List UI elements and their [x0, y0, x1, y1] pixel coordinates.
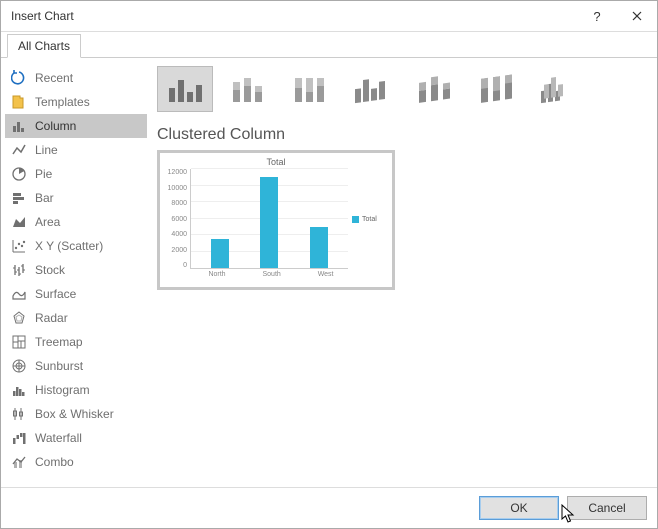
dialog-footer: OK Cancel	[1, 487, 657, 528]
sidebar-item-label: Pie	[35, 167, 52, 181]
sidebar-item-label: Waterfall	[35, 431, 82, 445]
sidebar-item-stock[interactable]: Stock	[5, 258, 147, 282]
chart-subtype-title: Clustered Column	[157, 126, 645, 144]
subtype-3d-clustered-column[interactable]	[343, 66, 399, 112]
close-icon	[632, 11, 642, 21]
chart-legend: Total	[348, 169, 386, 269]
combo-icon	[11, 454, 27, 470]
bar-icon	[11, 190, 27, 206]
sidebar-item-surface[interactable]: Surface	[5, 282, 147, 306]
sidebar-item-label: Treemap	[35, 335, 83, 349]
sunburst-icon	[11, 358, 27, 374]
sidebar-item-label: Surface	[35, 287, 76, 301]
titlebar: Insert Chart ?	[1, 1, 657, 32]
chart-category-list: Recent Templates Column Line	[1, 58, 151, 487]
surface-icon	[11, 286, 27, 302]
sidebar-item-label: Line	[35, 143, 58, 157]
scatter-icon	[11, 238, 27, 254]
sidebar-item-label: X Y (Scatter)	[35, 239, 103, 253]
pie-icon	[11, 166, 27, 182]
legend-label: Total	[362, 216, 377, 223]
cancel-button[interactable]: Cancel	[567, 496, 647, 520]
legend-swatch	[352, 216, 359, 223]
chart-bar	[211, 239, 229, 268]
tab-strip: All Charts	[1, 32, 657, 58]
sidebar-item-bar[interactable]: Bar	[5, 186, 147, 210]
subtype-100-stacked-column[interactable]	[281, 66, 337, 112]
sidebar-item-pie[interactable]: Pie	[5, 162, 147, 186]
radar-icon	[11, 310, 27, 326]
subtype-clustered-column[interactable]	[157, 66, 213, 112]
sidebar-item-sunburst[interactable]: Sunburst	[5, 354, 147, 378]
sidebar-item-recent[interactable]: Recent	[5, 66, 147, 90]
sidebar-item-histogram[interactable]: Histogram	[5, 378, 147, 402]
sidebar-item-line[interactable]: Line	[5, 138, 147, 162]
sidebar-item-treemap[interactable]: Treemap	[5, 330, 147, 354]
dialog-body: Recent Templates Column Line	[1, 58, 657, 487]
sidebar-item-label: Sunburst	[35, 359, 83, 373]
sidebar-item-label: Radar	[35, 311, 68, 325]
chart-preview[interactable]: Total 12000 10000 8000 6000 4000 2000 0	[157, 150, 395, 290]
ok-button[interactable]: OK	[479, 496, 559, 520]
stock-icon	[11, 262, 27, 278]
chart-y-axis: 12000 10000 8000 6000 4000 2000 0	[166, 169, 190, 269]
sidebar-item-area[interactable]: Area	[5, 210, 147, 234]
box-whisker-icon	[11, 406, 27, 422]
close-button[interactable]	[617, 1, 657, 31]
sidebar-item-label: Recent	[35, 71, 73, 85]
sidebar-item-label: Combo	[35, 455, 74, 469]
waterfall-icon	[11, 430, 27, 446]
histogram-icon	[11, 382, 27, 398]
sidebar-item-scatter[interactable]: X Y (Scatter)	[5, 234, 147, 258]
sidebar-item-radar[interactable]: Radar	[5, 306, 147, 330]
sidebar-item-templates[interactable]: Templates	[5, 90, 147, 114]
sidebar-item-label: Stock	[35, 263, 65, 277]
dialog-title: Insert Chart	[11, 9, 577, 23]
sidebar-item-box-whisker[interactable]: Box & Whisker	[5, 402, 147, 426]
area-icon	[11, 214, 27, 230]
column-subtype-row	[157, 66, 645, 112]
chart-bar	[310, 227, 328, 268]
subtype-stacked-column[interactable]	[219, 66, 275, 112]
sidebar-item-combo[interactable]: Combo	[5, 450, 147, 474]
chart-title: Total	[166, 157, 386, 167]
column-icon	[11, 118, 27, 134]
help-button[interactable]: ?	[577, 1, 617, 31]
treemap-icon	[11, 334, 27, 350]
sidebar-item-label: Histogram	[35, 383, 90, 397]
subtype-3d-100-stacked-column[interactable]	[467, 66, 523, 112]
insert-chart-dialog: Insert Chart ? All Charts Recent	[0, 0, 658, 529]
main-panel: Clustered Column Total 12000 10000 8000 …	[151, 58, 657, 487]
sidebar-item-label: Bar	[35, 191, 54, 205]
recent-icon	[11, 70, 27, 86]
chart-x-axis: NorthSouthWest	[190, 271, 352, 278]
sidebar-item-waterfall[interactable]: Waterfall	[5, 426, 147, 450]
subtype-3d-column[interactable]	[529, 66, 585, 112]
subtype-3d-stacked-column[interactable]	[405, 66, 461, 112]
sidebar-item-label: Box & Whisker	[35, 407, 114, 421]
line-icon	[11, 142, 27, 158]
tab-all-charts[interactable]: All Charts	[7, 34, 81, 58]
chart-plot-area	[190, 169, 348, 269]
sidebar-item-label: Column	[35, 119, 76, 133]
sidebar-item-column[interactable]: Column	[5, 114, 147, 138]
sidebar-item-label: Templates	[35, 95, 90, 109]
templates-icon	[11, 94, 27, 110]
sidebar-item-label: Area	[35, 215, 60, 229]
chart-bar	[260, 177, 278, 268]
